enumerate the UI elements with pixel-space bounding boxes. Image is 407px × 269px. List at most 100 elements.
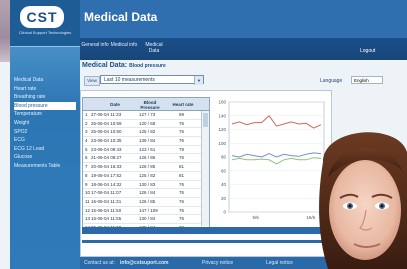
row-index: 12 xyxy=(85,207,91,213)
table-row[interactable]: 9 18-06-04 14:32 130 / 83 76 xyxy=(83,181,209,190)
sidebar-item-weight[interactable]: Weight xyxy=(14,119,76,128)
sidebar-item-blood-pressure[interactable]: Blood pressure xyxy=(14,101,76,111)
y-tick-label: 120 xyxy=(218,127,226,132)
row-date: 23-06-04 10:35 xyxy=(91,138,122,144)
table-scrollbar[interactable] xyxy=(201,111,209,226)
row-index: 9 xyxy=(85,181,88,187)
y-tick-label: 80 xyxy=(221,155,227,160)
row-date: 16-06-04 11:31 xyxy=(91,198,122,204)
row-index: 11 xyxy=(85,198,90,204)
row-heart-rate: 76 xyxy=(179,216,185,222)
row-heart-rate: 76 xyxy=(179,138,185,144)
view-select-value: Last 10 measurements xyxy=(104,77,155,83)
y-tick-label: 140 xyxy=(218,113,226,118)
language-select[interactable]: English xyxy=(351,76,383,84)
logo-subtitle: Clinical Support Technologies xyxy=(18,30,72,35)
scroll-thumb[interactable] xyxy=(203,113,208,127)
row-heart-rate: 59 xyxy=(179,112,185,117)
sidebar-item-ecg-12-lead[interactable]: ECG 12 Lead xyxy=(14,145,76,154)
table-row[interactable]: 4 23-06-04 10:35 139 / 84 76 xyxy=(83,137,209,146)
table-row[interactable]: 2 26-06-04 10:59 120 / 68 76 xyxy=(83,120,209,129)
row-date: 25-06-04 10:50 xyxy=(91,129,122,135)
row-date: 27-06-04 11:33 xyxy=(91,112,122,117)
table-row[interactable]: 12 15-06-04 11:50 147 / 109 76 xyxy=(83,207,209,216)
sidebar-item-spo2[interactable]: SPO2 xyxy=(14,128,76,137)
row-blood-pressure: 127 / 73 xyxy=(139,112,156,117)
view-button[interactable]: View xyxy=(84,76,100,86)
table-row[interactable]: 8 19-06-04 17:52 125 / 82 81 xyxy=(83,172,209,181)
table-row[interactable]: 5 23-06-04 09:43 123 / 61 79 xyxy=(83,146,209,155)
col-heart-rate: Heart rate xyxy=(172,102,194,107)
table-row[interactable]: 6 21-06-04 08:27 126 / 86 76 xyxy=(83,154,209,164)
footer-legal[interactable]: Legal notice xyxy=(266,260,293,266)
footer-contact: Contact us at: xyxy=(84,260,115,266)
x-tick-label: 5/6 xyxy=(252,215,259,220)
row-heart-rate: 76 xyxy=(179,129,185,135)
logo-text: CST xyxy=(26,9,58,25)
nav-medical-data[interactable]: Medical Data xyxy=(140,42,168,54)
y-tick-label: 20 xyxy=(221,196,227,201)
row-blood-pressure: 125 / 82 xyxy=(139,172,156,178)
y-tick-label: 0 xyxy=(223,210,226,215)
table-row[interactable]: 11 16-06-04 11:31 126 / 85 76 xyxy=(83,198,209,207)
table-row[interactable]: 1 27-06-04 11:33 127 / 73 59 xyxy=(83,111,209,120)
table-body: 1 27-06-04 11:33 127 / 73 59 2 26-06-04 10:59… xyxy=(83,111,209,227)
row-heart-rate: 76 xyxy=(179,181,185,187)
row-index: 8 xyxy=(85,172,88,178)
content-footer-bar xyxy=(82,227,329,234)
y-tick-label: 100 xyxy=(218,141,226,146)
sidebar-item-measurements-table[interactable]: Measurements Table xyxy=(14,162,76,171)
col-blood-pressure: Blood Pressure xyxy=(140,100,160,110)
footer-email[interactable]: info@cstsuport.com xyxy=(120,260,169,266)
nav-medical-info[interactable]: Medical info xyxy=(110,42,138,48)
row-blood-pressure: 126 / 84 xyxy=(139,190,156,196)
sidebar-item-medical-data[interactable]: Medical Data xyxy=(14,76,76,85)
language-label: Language xyxy=(320,78,343,84)
nav-general-info[interactable]: General info xyxy=(81,42,109,48)
table-row[interactable]: 10 17-06-04 11:07 126 / 84 76 xyxy=(83,189,209,198)
footer-privacy[interactable]: Privacy notice xyxy=(202,260,233,266)
table-row[interactable]: 3 25-06-04 10:50 125 / 82 76 xyxy=(83,128,209,138)
row-date: 18-06-04 14:32 xyxy=(91,181,122,187)
row-index: 10 xyxy=(85,190,91,196)
row-blood-pressure: 147 / 109 xyxy=(139,207,158,213)
row-index: 3 xyxy=(85,129,88,135)
logo: CST xyxy=(20,6,64,28)
sidebar-item-heart-rate[interactable]: Heart rate xyxy=(14,85,76,94)
sidebar-item-breathing-rate[interactable]: Breathing rate xyxy=(14,93,76,102)
breadcrumb-sub: Blood pressure xyxy=(129,63,166,69)
logout-link[interactable]: Logout xyxy=(360,48,375,54)
row-date: 23-06-04 09:43 xyxy=(91,146,122,152)
measurements-table: Date Blood Pressure Heart rate 1 27-06-04… xyxy=(82,97,210,228)
table-header: Date Blood Pressure Heart rate xyxy=(83,98,209,111)
row-blood-pressure: 123 / 61 xyxy=(139,146,156,152)
row-index: 6 xyxy=(85,155,88,161)
y-tick-label: 40 xyxy=(221,182,227,187)
woman-photo xyxy=(319,132,407,269)
row-heart-rate: 76 xyxy=(179,120,185,126)
view-select[interactable]: Last 10 measurements ▼ xyxy=(100,75,204,85)
language-select-value: English xyxy=(354,78,369,83)
row-heart-rate: 76 xyxy=(179,190,185,196)
row-index: 1 xyxy=(85,112,88,117)
table-row[interactable]: 7 20-06-04 16:33 126 / 85 81 xyxy=(83,163,209,172)
row-blood-pressure: 126 / 85 xyxy=(139,164,156,170)
row-heart-rate: 76 xyxy=(179,155,185,161)
row-blood-pressure: 139 / 84 xyxy=(139,138,156,144)
page-title: Medical Data xyxy=(84,10,158,24)
row-index: 5 xyxy=(85,146,88,152)
row-index: 2 xyxy=(85,120,88,126)
row-date: 15-06-04 11:55 xyxy=(91,216,122,222)
row-blood-pressure: 126 / 85 xyxy=(139,198,156,204)
sidebar-item-glucose[interactable]: Glucose xyxy=(14,153,76,162)
row-heart-rate: 76 xyxy=(179,198,185,204)
row-blood-pressure: 126 / 86 xyxy=(139,155,156,161)
row-heart-rate: 76 xyxy=(179,207,185,213)
table-row[interactable]: 13 15-06-04 11:55 130 / 84 76 xyxy=(83,215,209,224)
row-index: 7 xyxy=(85,164,88,170)
sidebar-item-temperature[interactable]: Temperature xyxy=(14,110,76,119)
row-blood-pressure: 125 / 82 xyxy=(139,129,156,135)
row-blood-pressure: 120 / 68 xyxy=(139,120,156,126)
row-date: 17-06-04 11:07 xyxy=(91,190,122,196)
sidebar-item-ecg[interactable]: ECG xyxy=(14,136,76,145)
